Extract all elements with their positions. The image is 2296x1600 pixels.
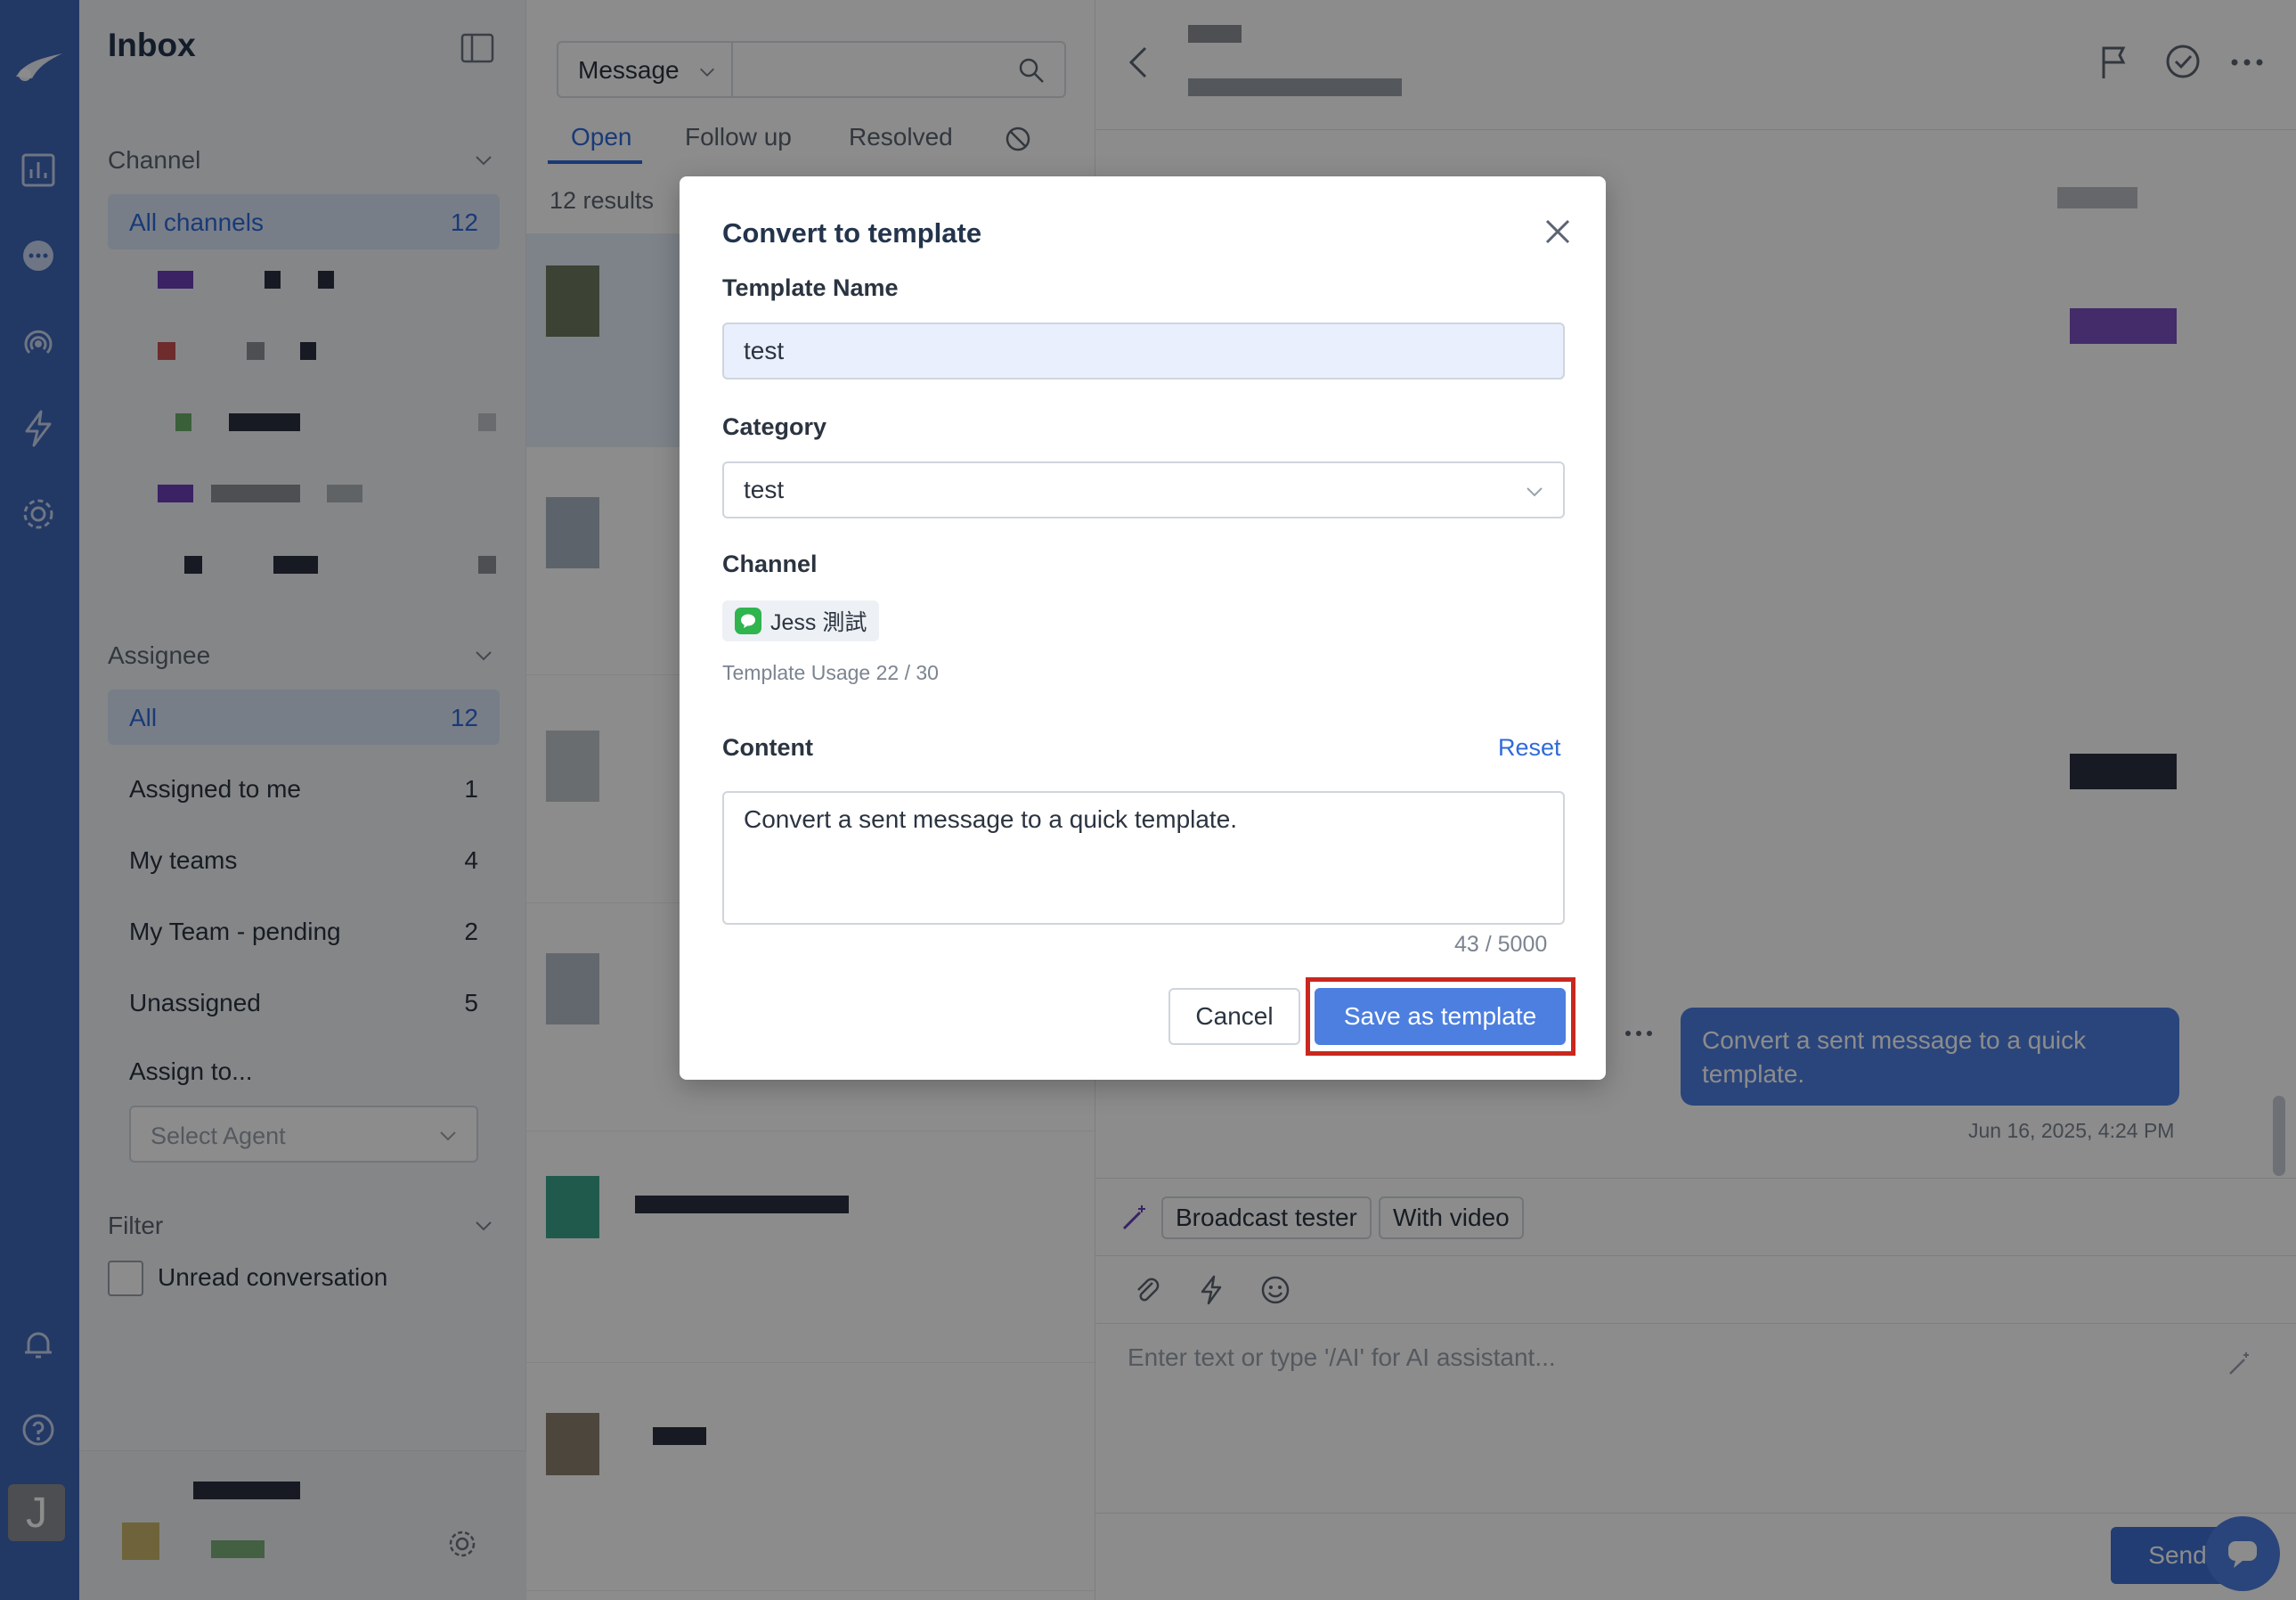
channel-name: Jess 測試: [770, 610, 867, 635]
line-app-icon: [735, 608, 761, 634]
category-select[interactable]: test: [722, 461, 1565, 518]
close-icon[interactable]: [1536, 210, 1579, 253]
template-usage: Template Usage 22 / 30: [722, 661, 939, 684]
template-name-label: Template Name: [722, 274, 899, 301]
content-textarea[interactable]: Convert a sent message to a quick templa…: [722, 791, 1565, 925]
convert-to-template-dialog: Convert to template Template Name test C…: [680, 176, 1606, 1080]
highlight-annotation-box: [1306, 977, 1575, 1056]
category-label: Category: [722, 413, 827, 440]
character-count: 43 / 5000: [1454, 932, 1548, 957]
cancel-button[interactable]: Cancel: [1168, 988, 1300, 1045]
chevron-down-icon: [1527, 487, 1543, 497]
content-label: Content: [722, 734, 813, 761]
category-value: test: [744, 476, 785, 503]
reset-link[interactable]: Reset: [1498, 734, 1561, 762]
template-name-input[interactable]: test: [722, 322, 1565, 380]
dialog-title: Convert to template: [722, 217, 982, 249]
channel-label: Channel: [722, 551, 818, 577]
channel-chip: Jess 測試: [722, 600, 880, 641]
